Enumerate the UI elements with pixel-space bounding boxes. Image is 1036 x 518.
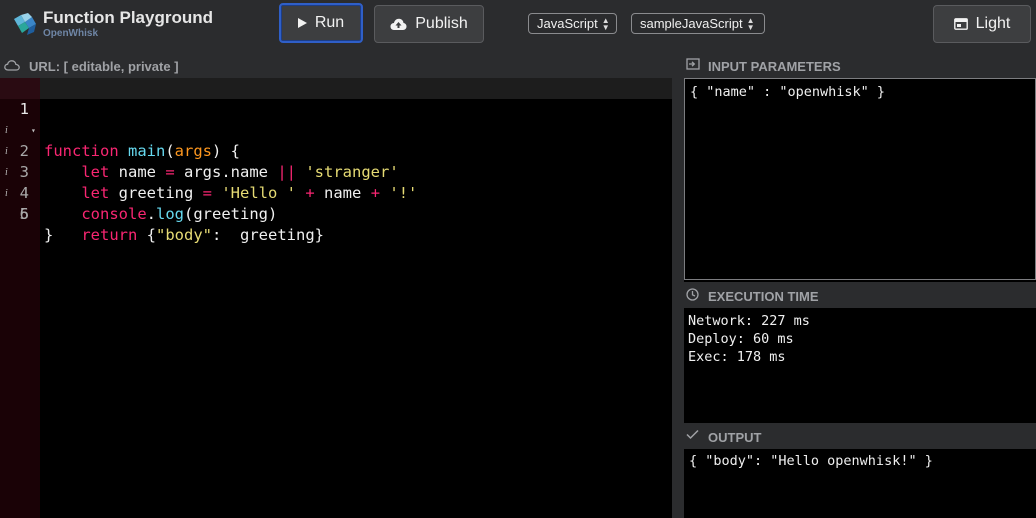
code-line[interactable]: 6 } <box>0 183 56 244</box>
play-icon <box>297 18 307 28</box>
execution-time-header: EXECUTION TIME <box>684 282 1036 308</box>
language-select[interactable]: JavaScript ▲ ▼ <box>528 13 617 34</box>
code-editor[interactable]: 1 ▾ function main(args) { i 2 let name =… <box>0 78 672 518</box>
url-bar: URL: [ editable, private ] <box>0 52 672 78</box>
input-parameters-title: INPUT PARAMETERS <box>708 59 841 74</box>
sample-select-value: sampleJavaScript <box>640 16 743 31</box>
run-button[interactable]: Run <box>279 3 363 43</box>
line-number: 6 <box>19 205 29 223</box>
app-subtitle: OpenWhisk <box>43 28 99 39</box>
input-parameters-editor[interactable]: { "name" : "openwhisk" } <box>684 78 1036 280</box>
code-line[interactable]: i 3 let greeting = 'Hello ' + name + '!' <box>0 120 417 202</box>
app-title: Function Playground <box>43 8 213 27</box>
deploy-time: Deploy: 60 ms <box>688 331 794 347</box>
code-token: main <box>128 142 166 160</box>
output-panel: { "body": "Hello openwhisk!" } <box>684 449 1036 518</box>
check-icon <box>686 429 699 440</box>
publish-button[interactable]: Publish <box>374 5 484 43</box>
clock-icon <box>686 288 699 301</box>
openwhisk-logo-icon <box>14 13 36 35</box>
code-line[interactable]: 1 ▾ function main(args) { <box>0 78 240 160</box>
output-value: { "body": "Hello openwhisk!" } <box>689 453 933 469</box>
execution-time-panel: Network: 227 ms Deploy: 60 ms Exec: 178 … <box>684 308 1036 421</box>
url-text: URL: [ editable, private ] <box>29 59 179 74</box>
panel-divider <box>672 52 684 518</box>
window-icon <box>953 18 968 30</box>
code-token: args <box>174 142 212 160</box>
code-line[interactable]: i 4 console.log(greeting) <box>0 141 277 223</box>
output-header: OUTPUT <box>684 423 1036 449</box>
run-button-label: Run <box>314 14 345 31</box>
execution-time-title: EXECUTION TIME <box>708 289 819 304</box>
cloud-upload-icon <box>390 18 407 30</box>
exec-time: Exec: 178 ms <box>688 349 786 365</box>
input-parameters-header: INPUT PARAMETERS <box>684 52 1036 78</box>
login-icon <box>686 58 700 70</box>
language-select-value: JavaScript <box>537 16 598 31</box>
updown-icon: ▲ ▼ <box>601 15 610 32</box>
output-title: OUTPUT <box>708 430 762 445</box>
network-time: Network: 227 ms <box>688 313 810 329</box>
top-bar: Function Playground OpenWhisk Run Publis… <box>0 0 1036 52</box>
cloud-icon <box>4 60 20 71</box>
theme-toggle-button[interactable]: Light <box>933 5 1031 43</box>
theme-button-label: Light <box>975 15 1011 32</box>
code-line[interactable]: i 2 let name = args.name || 'stranger' <box>0 99 399 181</box>
publish-button-label: Publish <box>415 15 468 32</box>
updown-icon: ▲ ▼ <box>746 15 755 32</box>
code-line[interactable]: i 5 return {"body": greeting} <box>0 162 324 244</box>
input-parameters-value: { "name" : "openwhisk" } <box>690 84 886 100</box>
active-line-highlight <box>40 78 672 99</box>
sample-select[interactable]: sampleJavaScript ▲ ▼ <box>631 13 765 34</box>
